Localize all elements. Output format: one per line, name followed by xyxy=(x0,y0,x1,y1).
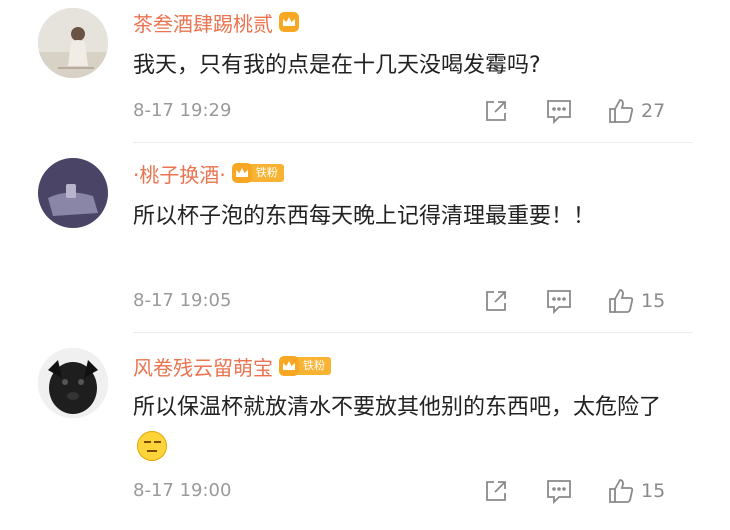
timestamp: 8-17 19:00 xyxy=(133,480,232,501)
thumbs-up-icon xyxy=(609,479,634,503)
comment-text: 我天，只有我的点是在十几天没喝发霉吗? xyxy=(133,53,541,78)
comment-text: 所以杯子泡的东西每天晚上记得清理最重要！！ xyxy=(133,204,596,229)
like-button[interactable]: 27 xyxy=(607,96,665,126)
username-row: ·桃子换酒· 铁粉 xyxy=(133,158,284,188)
comment-icon[interactable] xyxy=(545,96,573,126)
username-row: 茶叁酒肆踢桃贰 xyxy=(133,7,299,37)
comment-text-body: 所以保温杯就放清水不要放其他别的东西吧，太危险了 xyxy=(133,395,662,420)
comment-footer: 8-17 19:05 15 xyxy=(133,286,693,316)
share-icon[interactable] xyxy=(483,286,509,316)
comment-icon[interactable] xyxy=(545,476,573,506)
fan-badge: 铁粉 xyxy=(279,355,331,377)
emoji-icon xyxy=(137,431,167,461)
like-button[interactable]: 15 xyxy=(607,286,665,316)
share-icon[interactable] xyxy=(483,96,509,126)
thumbs-up-icon xyxy=(609,99,634,123)
comment-icon[interactable] xyxy=(545,286,573,316)
share-icon[interactable] xyxy=(483,476,509,506)
comment-text: 所以保温杯就放清水不要放其他别的东西吧，太危险了 xyxy=(133,389,693,465)
username[interactable]: 茶叁酒肆踢桃贰 xyxy=(133,8,273,37)
comment-footer: 8-17 19:00 15 xyxy=(133,476,693,506)
avatar[interactable] xyxy=(38,348,108,418)
timestamp: 8-17 19:05 xyxy=(133,290,232,311)
divider xyxy=(133,332,693,333)
avatar[interactable] xyxy=(38,158,108,228)
like-count: 15 xyxy=(641,480,666,502)
like-count: 27 xyxy=(641,100,666,122)
fan-badge: 铁粉 xyxy=(231,162,284,184)
avatar[interactable] xyxy=(38,8,108,78)
like-count: 15 xyxy=(641,290,666,312)
divider xyxy=(133,142,693,143)
comment-footer: 8-17 19:29 27 xyxy=(133,96,693,126)
thumbs-up-icon xyxy=(609,289,634,313)
crown-icon xyxy=(279,12,299,32)
username-row: 风卷残云留萌宝 铁粉 xyxy=(133,351,331,381)
crown-icon xyxy=(279,356,299,376)
username[interactable]: ·桃子换酒· xyxy=(133,159,226,188)
crown-icon xyxy=(231,163,252,183)
timestamp: 8-17 19:29 xyxy=(133,100,232,121)
username[interactable]: 风卷残云留萌宝 xyxy=(133,352,273,381)
like-button[interactable]: 15 xyxy=(607,476,665,506)
